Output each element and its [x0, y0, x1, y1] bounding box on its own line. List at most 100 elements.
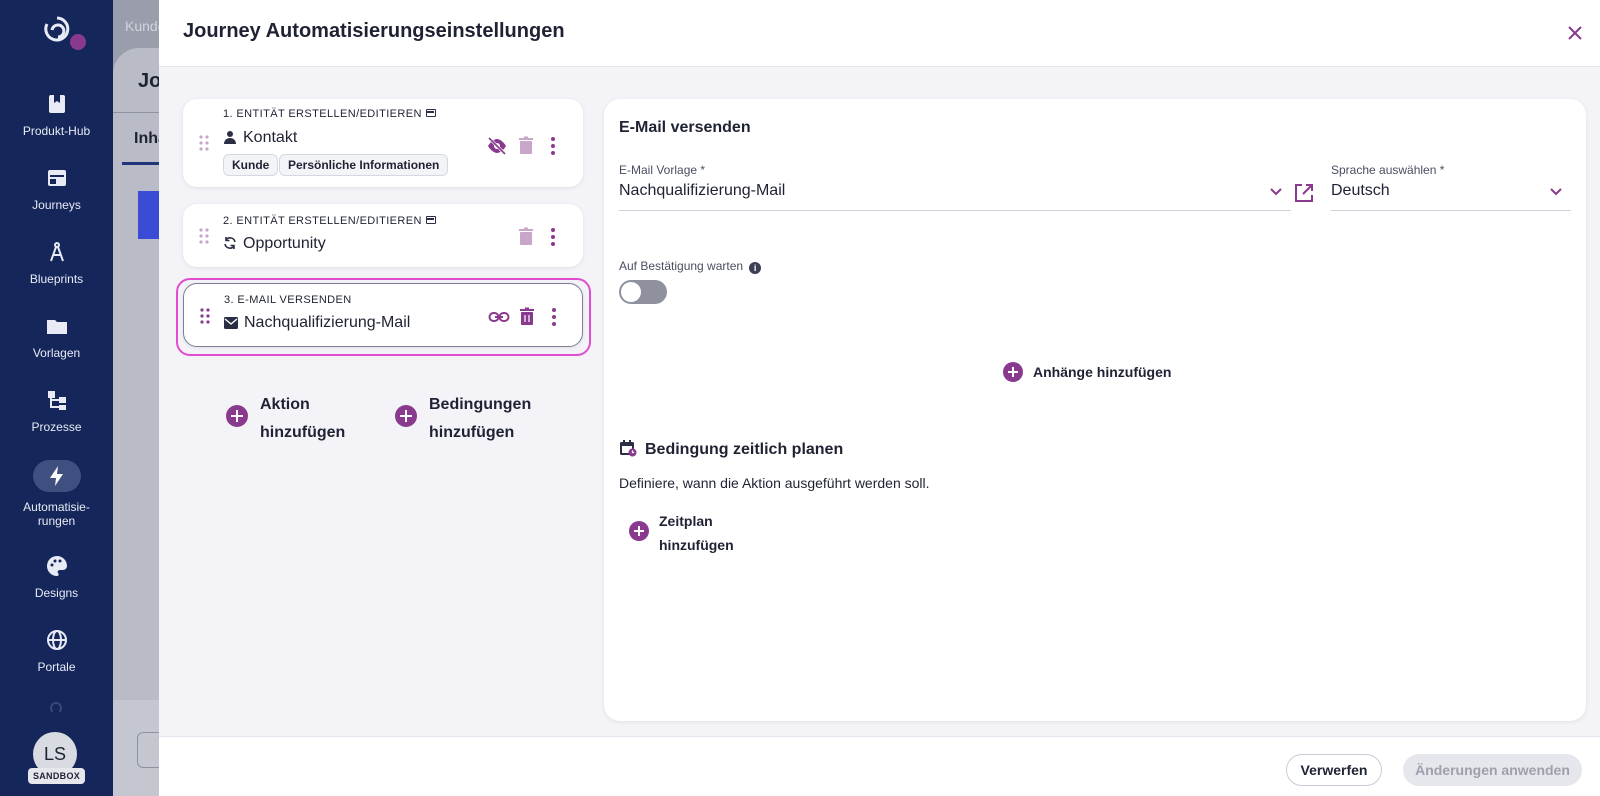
trash-icon[interactable] — [515, 226, 537, 248]
nav-label: Prozesse — [31, 420, 82, 434]
nav-label: Journeys — [32, 198, 81, 212]
nav-item-designs[interactable]: Designs — [0, 554, 113, 600]
modal-title: Journey Automatisierungseinstellungen — [183, 20, 565, 42]
drag-handle-icon[interactable] — [199, 228, 209, 244]
folder-icon — [46, 320, 67, 334]
close-icon[interactable] — [1564, 22, 1586, 44]
language-select[interactable]: Deutsch — [1331, 177, 1571, 211]
template-select[interactable]: Nachqualifizierung-Mail — [619, 177, 1291, 211]
link-icon[interactable] — [488, 306, 510, 328]
nav-label: Produkt-Hub — [22, 124, 91, 138]
plus-circle-icon — [629, 521, 649, 541]
visibility-off-icon[interactable] — [486, 135, 508, 157]
action-card-label: 1. ENTITÄT ERSTELLEN/EDITIEREN — [223, 108, 436, 120]
plus-circle-icon — [226, 405, 248, 427]
add-conditions-button[interactable]: Bedingungen hinzufügen — [395, 391, 585, 451]
action-card-name: Nachqualifizierung-Mail — [224, 314, 410, 332]
active-pill — [32, 460, 81, 492]
action-label-text: 1. ENTITÄT ERSTELLEN/EDITIEREN — [223, 108, 422, 120]
action-card-name: Opportunity — [223, 235, 326, 253]
language-select-value: Deutsch — [1331, 182, 1390, 199]
tag-kunde: Kunde — [223, 154, 279, 176]
language-field-label: Sprache auswählen * — [1331, 163, 1445, 177]
bolt-icon — [49, 466, 63, 486]
panel-title: E-Mail versenden — [619, 119, 751, 136]
logo-badge-icon — [68, 32, 88, 52]
chevron-down-icon — [1270, 188, 1282, 196]
compass-icon — [49, 242, 64, 262]
open-external-icon[interactable] — [1293, 182, 1315, 204]
trash-icon[interactable] — [515, 135, 537, 157]
schedule-section-title: Bedingung zeitlich planen — [619, 439, 843, 459]
automation-settings-modal: Journey Automatisierungseinstellungen 1.… — [159, 0, 1600, 796]
action-name-text: Kontakt — [243, 129, 298, 146]
wait-confirmation-text: Auf Bestätigung warten — [619, 259, 744, 273]
nav-label: Automatisie-rungen — [23, 500, 90, 528]
more-vertical-icon[interactable] — [542, 135, 564, 157]
add-attachments-label: Anhänge hinzufügen — [1033, 364, 1172, 380]
nav-label: Vorlagen — [32, 346, 81, 360]
left-navigation: Produkt-Hub Journeys Blueprints Vorlagen… — [0, 0, 113, 796]
action-label-text: 2. ENTITÄT ERSTELLEN/EDITIEREN — [223, 215, 422, 227]
nav-item-portale[interactable]: Portale — [0, 628, 113, 674]
nav-label: Blueprints — [29, 272, 84, 286]
nav-item-prozesse[interactable]: Prozesse — [0, 388, 113, 434]
modal-header: Journey Automatisierungseinstellungen — [159, 0, 1600, 67]
action-card-3[interactable]: 3. E-MAIL VERSENDEN Nachqualifizierung-M… — [183, 283, 583, 347]
book-icon — [48, 95, 65, 113]
person-icon — [224, 131, 236, 144]
sync-icon — [224, 237, 236, 249]
wait-confirmation-label: Auf Bestätigung warten i — [619, 259, 762, 274]
more-vertical-icon[interactable] — [542, 226, 564, 248]
journeys-icon — [47, 170, 66, 186]
add-action-label: Aktion hinzufügen — [260, 396, 346, 441]
globe-icon — [46, 630, 67, 650]
calendar-clock-icon — [620, 440, 637, 457]
toggle-knob — [621, 282, 641, 302]
nav-label: Designs — [34, 586, 79, 600]
calendar-small-icon — [425, 109, 436, 117]
mail-icon — [224, 317, 238, 329]
discard-button[interactable]: Verwerfen — [1286, 754, 1382, 786]
action-name-text: Opportunity — [243, 235, 326, 252]
loading-icon — [50, 702, 62, 714]
nav-item-blueprints[interactable]: Blueprints — [0, 240, 113, 286]
nav-item-journeys[interactable]: Journeys — [0, 166, 113, 212]
trash-icon[interactable] — [516, 306, 538, 328]
nav-item-vorlagen[interactable]: Vorlagen — [0, 314, 113, 360]
add-schedule-label: Zeitplan hinzufügen — [659, 513, 734, 553]
apply-changes-button[interactable]: Änderungen anwenden — [1403, 754, 1582, 786]
template-select-value: Nachqualifizierung-Mail — [619, 182, 786, 199]
action-card-1[interactable]: 1. ENTITÄT ERSTELLEN/EDITIEREN Kontakt K… — [183, 99, 583, 187]
add-action-button[interactable]: Aktion hinzufügen — [226, 391, 386, 451]
more-vertical-icon[interactable] — [543, 306, 565, 328]
nav-item-produkt-hub[interactable]: Produkt-Hub — [0, 92, 113, 138]
calendar-small-icon — [425, 216, 436, 224]
process-icon — [47, 391, 66, 410]
sandbox-badge: SANDBOX — [28, 768, 85, 784]
modal-footer: Verwerfen Änderungen anwenden — [159, 736, 1600, 796]
nav-item-automatisierungen[interactable]: Automatisie-rungen — [0, 460, 113, 528]
info-icon[interactable]: i — [749, 262, 762, 274]
email-action-panel: E-Mail versenden E-Mail Vorlage * Nachqu… — [604, 99, 1586, 721]
drag-handle-icon[interactable] — [200, 308, 210, 324]
nav-label: Portale — [37, 660, 76, 674]
tag-persoenliche-informationen: Persönliche Informationen — [279, 154, 449, 176]
plus-circle-icon — [1003, 362, 1023, 382]
background-title: Jo — [138, 70, 162, 92]
schedule-title-text: Bedingung zeitlich planen — [645, 441, 844, 458]
add-schedule-button[interactable]: Zeitplan hinzufügen — [629, 509, 759, 555]
action-card-label: 2. ENTITÄT ERSTELLEN/EDITIEREN — [223, 215, 436, 227]
plus-circle-icon — [395, 405, 417, 427]
chevron-down-icon — [1550, 188, 1562, 196]
action-card-label: 3. E-MAIL VERSENDEN — [224, 294, 352, 306]
action-card-2[interactable]: 2. ENTITÄT ERSTELLEN/EDITIEREN Opportuni… — [183, 204, 583, 267]
drag-handle-icon[interactable] — [199, 135, 209, 151]
action-card-name: Kontakt — [223, 129, 297, 147]
schedule-description: Definiere, wann die Aktion ausgeführt we… — [619, 475, 930, 491]
palette-icon — [46, 556, 67, 576]
action-name-text: Nachqualifizierung-Mail — [244, 314, 411, 331]
template-field-label: E-Mail Vorlage * — [619, 163, 706, 177]
add-attachments-button[interactable]: Anhänge hinzufügen — [1003, 362, 1173, 384]
wait-confirmation-toggle[interactable] — [619, 280, 667, 304]
